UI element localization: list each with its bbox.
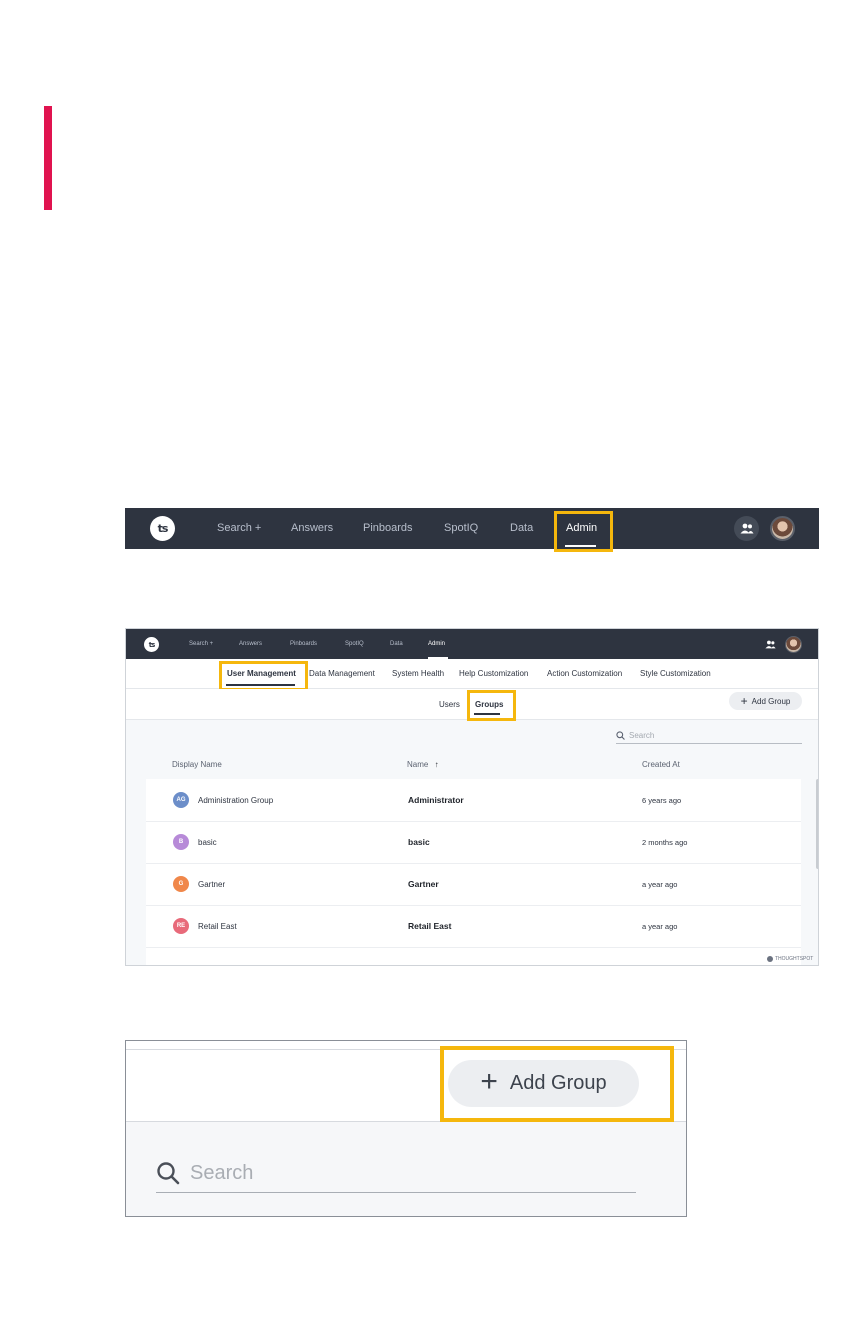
- groups-icon[interactable]: [763, 637, 778, 652]
- nav-item-pinboards[interactable]: Pinboards: [363, 522, 413, 534]
- highlight-admin: [554, 511, 613, 552]
- thoughtspot-watermark: THOUGHTSPOT: [767, 956, 813, 962]
- display-name-cell: Administration Group: [198, 796, 274, 805]
- name-cell: Administrator: [408, 795, 464, 805]
- watermark-logo-icon: [767, 956, 773, 962]
- search-icon: [616, 730, 625, 740]
- table-row[interactable]: B basic basic 2 months ago: [146, 821, 801, 864]
- table-row[interactable]: AG Administration Group Administrator 6 …: [146, 779, 801, 822]
- table-row[interactable]: G Gartner Gartner a year ago: [146, 863, 801, 906]
- name-cell: Retail East: [408, 921, 452, 931]
- nav-item-search[interactable]: Search +: [217, 522, 261, 534]
- highlight-user-management: [219, 661, 308, 691]
- nav-item-answers[interactable]: Answers: [239, 641, 262, 647]
- group-avatar: RE: [173, 918, 189, 934]
- groups-table: AG Administration Group Administrator 6 …: [146, 779, 801, 965]
- thoughtspot-logo[interactable]: ts: [150, 516, 175, 541]
- highlight-add-group: [440, 1046, 674, 1122]
- name-cell: Gartner: [408, 879, 439, 889]
- created-at-cell: a year ago: [642, 922, 678, 931]
- search-placeholder: Search: [629, 730, 655, 740]
- column-header-created-at[interactable]: Created At: [642, 760, 680, 769]
- tab-system-health[interactable]: System Health: [392, 669, 444, 678]
- column-header-display-name[interactable]: Display Name: [172, 760, 222, 769]
- tab-style-customization[interactable]: Style Customization: [640, 669, 711, 678]
- tab-action-customization[interactable]: Action Customization: [547, 669, 622, 678]
- nav-item-answers[interactable]: Answers: [291, 522, 333, 534]
- group-avatar: G: [173, 876, 189, 892]
- scrollbar[interactable]: [816, 779, 818, 869]
- zoomed-add-group-screenshot: + Add Group Search: [125, 1040, 687, 1217]
- group-avatar: AG: [173, 792, 189, 808]
- search-input[interactable]: Search: [616, 727, 802, 744]
- nav-item-spotiq[interactable]: SpotIQ: [444, 522, 478, 534]
- created-at-cell: 2 months ago: [642, 838, 688, 847]
- highlight-groups: [467, 690, 516, 721]
- column-header-name[interactable]: Name ↑: [407, 760, 439, 769]
- tab-users[interactable]: Users: [439, 700, 460, 709]
- created-at-cell: 6 years ago: [642, 796, 682, 805]
- search-placeholder: Search: [190, 1161, 254, 1184]
- nav-item-pinboards[interactable]: Pinboards: [290, 641, 317, 647]
- add-group-button[interactable]: + Add Group: [729, 692, 802, 710]
- nav-item-admin[interactable]: Admin: [428, 641, 445, 647]
- tab-data-management[interactable]: Data Management: [309, 669, 375, 678]
- name-cell: basic: [408, 837, 430, 847]
- nav-screenshot: ts Search + Answers Pinboards SpotIQ Dat…: [125, 508, 819, 552]
- tab-help-customization[interactable]: Help Customization: [459, 669, 528, 678]
- column-header-name-label: Name: [407, 760, 429, 769]
- display-name-cell: basic: [198, 838, 217, 847]
- group-avatar: B: [173, 834, 189, 850]
- logo-text: ts: [157, 522, 169, 535]
- search-icon: [157, 1162, 180, 1185]
- groups-page-screenshot: ts Search + Answers Pinboards SpotIQ Dat…: [125, 628, 819, 966]
- user-avatar[interactable]: [785, 636, 802, 653]
- display-name-cell: Retail East: [198, 922, 237, 931]
- watermark-text: THOUGHTSPOT: [775, 956, 814, 962]
- accent-bar: [44, 106, 52, 210]
- logo-text: ts: [148, 640, 155, 649]
- nav-item-spotiq[interactable]: SpotIQ: [345, 641, 364, 647]
- plus-icon: +: [740, 694, 748, 708]
- search-input[interactable]: Search: [156, 1154, 636, 1193]
- top-nav: ts Search + Answers Pinboards SpotIQ Dat…: [126, 629, 818, 659]
- thoughtspot-logo[interactable]: ts: [144, 637, 159, 652]
- nav-item-data[interactable]: Data: [510, 522, 533, 534]
- created-at-cell: a year ago: [642, 880, 678, 889]
- display-name-cell: Gartner: [198, 880, 226, 889]
- sort-ascending-icon: ↑: [434, 760, 439, 769]
- user-avatar[interactable]: [770, 516, 795, 541]
- groups-icon[interactable]: [734, 516, 759, 541]
- add-group-label: Add Group: [751, 696, 791, 706]
- nav-item-data[interactable]: Data: [390, 641, 403, 647]
- table-row[interactable]: RE Retail East Retail East a year ago: [146, 905, 801, 948]
- nav-item-search[interactable]: Search +: [189, 641, 213, 647]
